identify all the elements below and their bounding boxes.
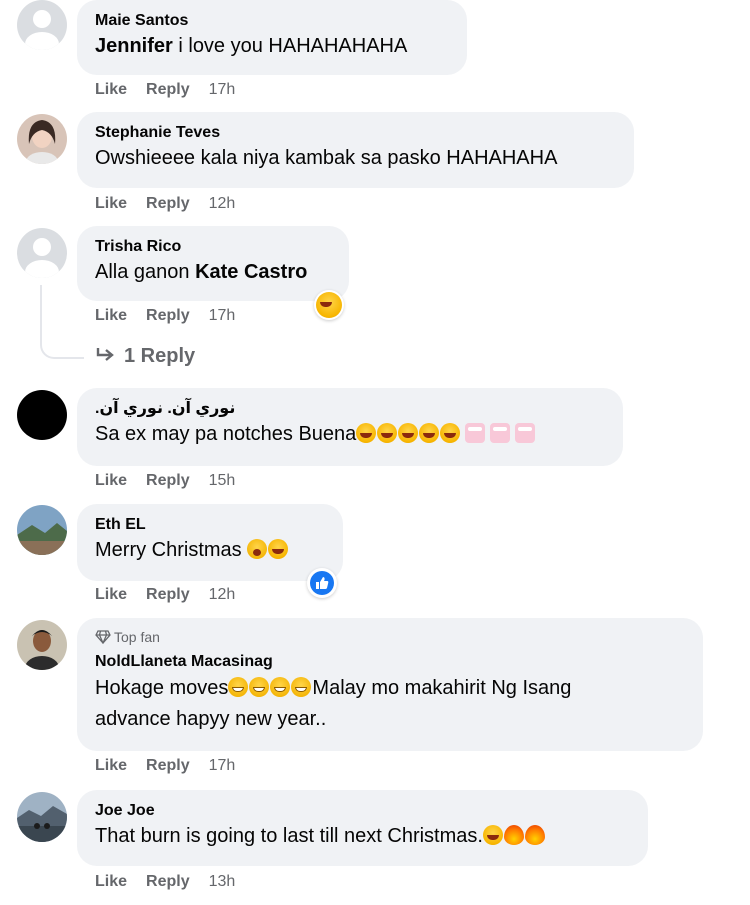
top-fan-badge[interactable]: Top fan — [95, 628, 685, 646]
cake-emoji — [490, 423, 511, 443]
like-button[interactable]: Like — [95, 307, 127, 324]
like-reaction-icon[interactable] — [307, 568, 337, 598]
comment-text-body: Alla ganon — [95, 261, 196, 283]
comment-author[interactable]: Joe Joe — [95, 800, 630, 822]
like-button[interactable]: Like — [95, 757, 127, 774]
comment-text-body: That burn is going to last till next Chr… — [95, 825, 483, 847]
comment-text-body: Hokage moves — [95, 677, 229, 699]
reply-button[interactable]: Reply — [146, 757, 190, 774]
reply-button[interactable]: Reply — [146, 307, 190, 324]
avatar[interactable] — [17, 505, 67, 555]
like-button[interactable]: Like — [95, 873, 127, 890]
user-photo — [17, 792, 67, 842]
comment-bubble: Eth EL Merry Christmas — [77, 504, 343, 581]
reply-button[interactable]: Reply — [146, 873, 190, 890]
surprised-emoji — [247, 539, 268, 559]
timestamp[interactable]: 15h — [209, 472, 236, 489]
view-replies-label: 1 Reply — [124, 345, 196, 367]
fire-emoji — [503, 825, 524, 845]
comment-actions: Like Reply 15h — [95, 472, 254, 490]
timestamp[interactable]: 13h — [209, 873, 236, 890]
laughing-emoji — [419, 423, 440, 443]
default-avatar-icon — [17, 228, 67, 278]
cake-emoji — [515, 423, 536, 443]
comment-text: Hokage moves Malay mo makahirit Ng Isang a… — [95, 673, 685, 735]
comment-bubble: Joe Joe That burn is going to last till … — [77, 790, 648, 866]
grinning-emoji — [291, 677, 312, 697]
comment-text: That burn is going to last till next Chr… — [95, 822, 630, 851]
laughing-emoji — [356, 423, 377, 443]
timestamp[interactable]: 17h — [209, 307, 236, 324]
timestamp[interactable]: 17h — [209, 81, 236, 98]
timestamp[interactable]: 17h — [209, 757, 236, 774]
avatar[interactable] — [17, 792, 67, 842]
comment-text-body: Malay mo makahirit Ng Isang — [312, 677, 572, 699]
comment-text: Sa ex may pa notches Buena — [95, 420, 605, 449]
comment-bubble: Maie Santos Jennifer i love you HAHAHAHA… — [77, 0, 467, 75]
avatar[interactable] — [17, 114, 67, 164]
top-fan-diamond-icon — [95, 630, 111, 645]
avatar[interactable] — [17, 620, 67, 670]
comment-actions: Like Reply 17h — [95, 307, 254, 325]
laughing-emoji — [482, 825, 503, 845]
avatar[interactable] — [17, 390, 67, 440]
mention-tag[interactable]: Kate Castro — [195, 261, 307, 283]
comment-text-body: Sa ex may pa notches Buena — [95, 423, 357, 445]
user-photo — [17, 114, 67, 164]
comment-actions: Like Reply 13h — [95, 873, 254, 891]
like-button[interactable]: Like — [95, 586, 127, 603]
reply-arrow-icon — [96, 345, 116, 368]
comment-author[interactable]: Trisha Rico — [95, 236, 331, 258]
like-button[interactable]: Like — [95, 81, 127, 98]
reply-button[interactable]: Reply — [146, 81, 190, 98]
comment-bubble: Trisha Rico Alla ganon Kate Castro — [77, 226, 349, 301]
comment-text-body: advance hapyy new year.. — [95, 708, 327, 730]
user-photo — [17, 505, 67, 555]
comment-actions: Like Reply 12h — [95, 195, 254, 213]
comment-actions: Like Reply 12h — [95, 586, 254, 604]
comment-author[interactable]: Maie Santos — [95, 10, 449, 32]
user-photo — [17, 620, 67, 670]
grinning-emoji — [228, 677, 249, 697]
mention-tag[interactable]: Jennifer — [95, 35, 173, 57]
comment-bubble: Stephanie Teves Owshieeee kala niya kamb… — [77, 112, 634, 188]
grinning-emoji — [270, 677, 291, 697]
haha-reaction-icon[interactable] — [314, 290, 344, 320]
comment-author[interactable]: نوري آن. نوري آن. — [95, 398, 605, 420]
comment-text: Merry Christmas — [95, 536, 325, 565]
timestamp[interactable]: 12h — [209, 195, 236, 212]
comment-text-body: Merry Christmas — [95, 539, 248, 561]
laughing-emoji — [268, 539, 289, 559]
user-photo — [17, 390, 67, 440]
laughing-emoji — [440, 423, 461, 443]
laughing-emoji — [398, 423, 419, 443]
avatar[interactable] — [17, 228, 67, 278]
top-fan-label: Top fan — [114, 629, 160, 645]
comment-author[interactable]: NoldLlaneta Macasinag — [95, 651, 685, 673]
avatar[interactable] — [17, 0, 67, 50]
like-button[interactable]: Like — [95, 472, 127, 489]
comment-text: Alla ganon Kate Castro — [95, 258, 331, 287]
reply-button[interactable]: Reply — [146, 586, 190, 603]
cake-emoji — [465, 423, 486, 443]
like-button[interactable]: Like — [95, 195, 127, 212]
comment-text: Jennifer i love you HAHAHAHAHA — [95, 32, 449, 61]
comment-author[interactable]: Eth EL — [95, 514, 325, 536]
reply-button[interactable]: Reply — [146, 472, 190, 489]
comment-author[interactable]: Stephanie Teves — [95, 122, 616, 144]
default-avatar-icon — [17, 0, 67, 50]
comment-text-body: i love you HAHAHAHAHA — [172, 35, 408, 57]
timestamp[interactable]: 12h — [209, 586, 236, 603]
view-replies-button[interactable]: 1 Reply — [96, 345, 195, 368]
grinning-emoji — [249, 677, 270, 697]
comment-bubble: Top fan NoldLlaneta Macasinag Hokage mov… — [77, 618, 703, 751]
laughing-emoji — [377, 423, 398, 443]
fire-emoji — [524, 825, 545, 845]
comment-bubble: نوري آن. نوري آن. Sa ex may pa notches B… — [77, 388, 623, 466]
reply-button[interactable]: Reply — [146, 195, 190, 212]
comment-text: Owshieeee kala niya kambak sa pasko HAHA… — [95, 147, 558, 169]
comment-actions: Like Reply 17h — [95, 81, 254, 99]
thread-line — [40, 285, 84, 359]
comment-actions: Like Reply 17h — [95, 757, 254, 775]
